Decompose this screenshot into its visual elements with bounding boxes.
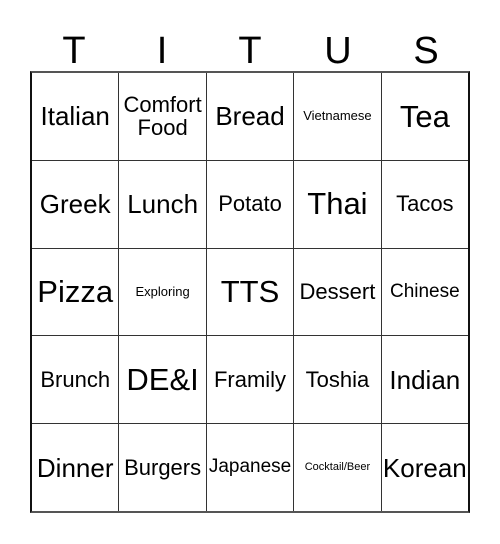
bingo-cell-label: Indian	[389, 364, 461, 395]
bingo-cell-label: TTS	[220, 274, 280, 310]
bingo-cell-r3c1[interactable]: Pizza	[32, 248, 120, 336]
bingo-cell-label: Framily	[213, 366, 287, 392]
bingo-cell-r4c1[interactable]: Brunch	[32, 336, 120, 424]
bingo-row-4: Brunch DE&I Framily Toshia Indian	[32, 336, 468, 425]
bingo-cell-r4c3[interactable]: Framily	[207, 336, 295, 424]
bingo-cell-r2c2[interactable]: Lunch	[119, 160, 207, 248]
bingo-cell-label: Toshia	[305, 366, 370, 392]
bingo-cell-r4c4[interactable]: Toshia	[294, 336, 382, 424]
bingo-cell-r3c2[interactable]: Exploring	[119, 248, 207, 336]
bingo-cell-r5c4[interactable]: Cocktail/Beer	[294, 424, 382, 511]
header-letter-1: T	[62, 30, 86, 72]
bingo-cell-r2c1[interactable]: Greek	[32, 160, 120, 248]
bingo-cell-label: Comfort Food	[123, 91, 202, 141]
bingo-cell-r1c1[interactable]: Italian	[32, 73, 120, 160]
bingo-cell-label: Exploring	[135, 283, 190, 299]
bingo-row-1: Italian Comfort Food Bread Vietnamese Te…	[32, 73, 468, 161]
bingo-cell-r5c5[interactable]: Korean	[382, 424, 468, 511]
bingo-cell-r2c4[interactable]: Thai	[294, 160, 382, 248]
bingo-cell-label: Lunch	[127, 189, 199, 220]
bingo-cell-label: Burgers	[124, 454, 202, 480]
bingo-cell-label: Korean	[382, 452, 467, 483]
bingo-cell-label: Brunch	[40, 366, 111, 392]
bingo-header-row: T I T U S	[30, 22, 470, 70]
bingo-row-3: Pizza Exploring TTS Dessert Chinese	[32, 248, 468, 337]
bingo-cell-label: Japanese	[208, 456, 292, 478]
bingo-cell-r1c2[interactable]: Comfort Food	[119, 73, 207, 160]
bingo-cell-label: Thai	[307, 186, 368, 222]
bingo-cell-r4c2[interactable]: DE&I	[119, 336, 207, 424]
bingo-row-5: Dinner Burgers Japanese Cocktail/Beer Ko…	[32, 424, 468, 511]
bingo-cell-r5c3[interactable]: Japanese	[207, 424, 295, 511]
bingo-cell-label: DE&I	[126, 362, 199, 398]
bingo-cell-r3c4[interactable]: Dessert	[294, 248, 382, 336]
bingo-cell-label: Tacos	[396, 191, 454, 217]
bingo-cell-label: Greek	[39, 189, 111, 220]
bingo-cell-label: Italian	[40, 101, 110, 132]
header-letter-2: I	[156, 30, 168, 72]
bingo-cell-label: Dinner	[36, 452, 114, 483]
bingo-cell-label: Bread	[215, 101, 285, 132]
bingo-cell-label: Potato	[218, 191, 282, 217]
bingo-cell-r5c1[interactable]: Dinner	[32, 424, 120, 511]
bingo-card: T I T U S Italian Comfort Food Bread Vie…	[0, 0, 500, 544]
bingo-cell-r5c2[interactable]: Burgers	[119, 424, 207, 511]
bingo-cell-label: Pizza	[37, 274, 114, 310]
bingo-cell-r1c5[interactable]: Tea	[382, 73, 468, 160]
bingo-cell-label: Cocktail/Beer	[304, 460, 371, 473]
bingo-cell-r2c5[interactable]: Tacos	[382, 161, 468, 248]
header-letter-5: S	[413, 30, 439, 72]
bingo-cell-label: Vietnamese	[303, 108, 372, 124]
bingo-cell-label: Chinese	[389, 280, 460, 302]
bingo-cell-r3c3[interactable]: TTS	[207, 248, 295, 336]
bingo-cell-r1c3[interactable]: Bread	[207, 73, 295, 160]
bingo-grid: Italian Comfort Food Bread Vietnamese Te…	[30, 71, 470, 513]
bingo-cell-label: Tea	[399, 98, 450, 134]
bingo-cell-label: Dessert	[299, 279, 376, 305]
bingo-cell-r3c5[interactable]: Chinese	[382, 249, 468, 336]
bingo-cell-r1c4[interactable]: Vietnamese	[294, 73, 382, 160]
header-letter-3: T	[238, 30, 262, 72]
bingo-cell-r2c3[interactable]: Potato	[207, 160, 295, 248]
bingo-cell-r4c5[interactable]: Indian	[382, 336, 468, 423]
header-letter-4: U	[324, 30, 352, 72]
bingo-row-2: Greek Lunch Potato Thai Tacos	[32, 160, 468, 249]
